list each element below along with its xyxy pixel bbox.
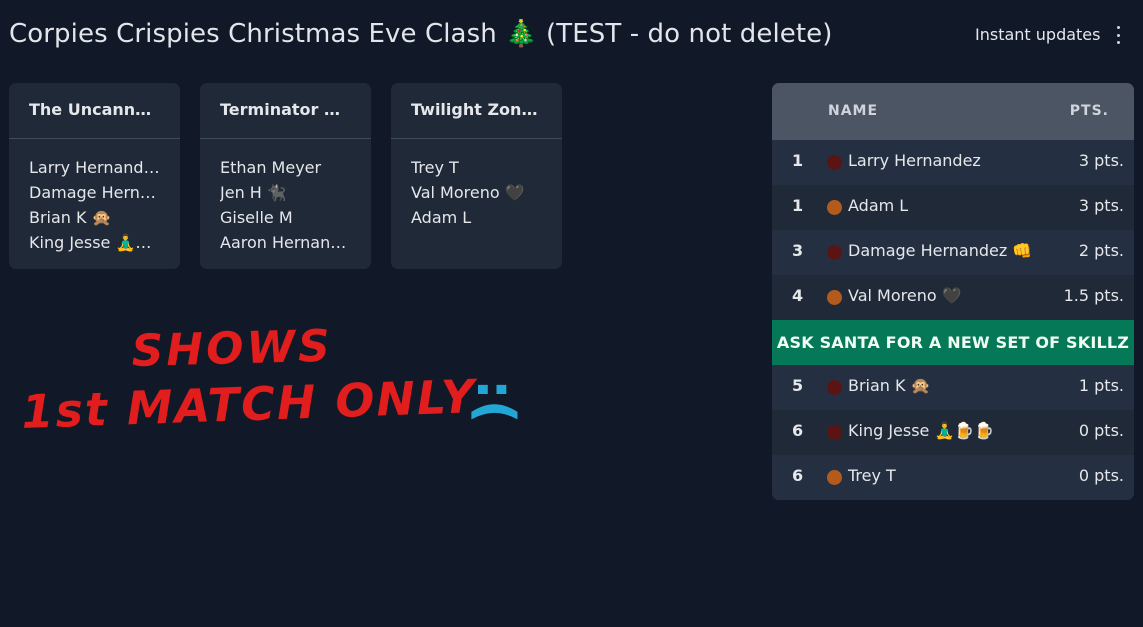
status-dot-icon — [827, 425, 842, 440]
rank: 1 — [792, 196, 804, 215]
annotation-line-1: SHOWS — [131, 321, 333, 377]
status-dot-icon — [827, 245, 842, 260]
match-player: King Jesse 🧘‍♂️🍺🍺 — [29, 233, 160, 252]
player-points: 1.5 pts. — [1063, 286, 1124, 305]
match-title: The Uncanny ... — [9, 83, 180, 139]
player-points: 2 pts. — [1078, 241, 1124, 260]
annotation-line-2: 1st MATCH ONLY — [20, 369, 479, 439]
status-dot-icon — [827, 290, 842, 305]
table-row[interactable]: 1 Adam L 3 pts. — [772, 185, 1134, 230]
match-title: Terminator 3: ... — [200, 83, 371, 139]
table-row[interactable]: 6 King Jesse 🧘‍♂️🍺🍺 0 pts. — [772, 410, 1134, 455]
match-card[interactable]: Terminator 3: ... Ethan Meyer Jen H 🐈‍⬛ … — [200, 83, 371, 269]
match-card[interactable]: The Uncanny ... Larry Hernandez Damage H… — [9, 83, 180, 269]
match-card[interactable]: Twilight Zone,... Trey T Val Moreno 🖤 Ad… — [391, 83, 562, 269]
rank: 6 — [792, 421, 804, 440]
rank: 6 — [792, 466, 804, 485]
match-player: Aaron Hernandez — [220, 233, 351, 252]
status-dot-icon — [827, 470, 842, 485]
table-row[interactable]: 1 Larry Hernandez 3 pts. — [772, 140, 1134, 185]
player-points: 3 pts. — [1078, 151, 1124, 170]
table-row[interactable]: 4 Val Moreno 🖤 1.5 pts. — [772, 275, 1134, 320]
page-title: Corpies Crispies Christmas Eve Clash 🎄 (… — [9, 19, 833, 49]
match-player: Adam L — [411, 208, 472, 227]
player-name: King Jesse 🧘‍♂️🍺🍺 — [848, 421, 995, 440]
player-points: 3 pts. — [1078, 196, 1124, 215]
kebab-menu-icon[interactable] — [1110, 24, 1126, 46]
instant-updates-label[interactable]: Instant updates — [975, 23, 1100, 47]
cutoff-banner: ASK SANTA FOR A NEW SET OF SKILLZ — [772, 320, 1134, 365]
player-name: Adam L — [848, 196, 909, 215]
player-name: Brian K 🙊 — [848, 376, 931, 395]
match-player: Brian K 🙊 — [29, 208, 112, 227]
rank: 4 — [792, 286, 804, 305]
match-player: Jen H 🐈‍⬛ — [220, 183, 287, 202]
player-points: 0 pts. — [1078, 421, 1124, 440]
handwritten-annotation: SHOWS 1st MATCH ONLY :( — [20, 321, 525, 439]
standings-table: NAME PTS. 1 Larry Hernandez 3 pts. 1 Ada… — [772, 83, 1134, 500]
player-points: 1 pts. — [1078, 376, 1124, 395]
match-players: Trey T Val Moreno 🖤 Adam L — [391, 139, 562, 230]
match-players: Ethan Meyer Jen H 🐈‍⬛ Giselle M Aaron He… — [200, 139, 371, 255]
status-dot-icon — [827, 380, 842, 395]
match-player: Giselle M — [220, 208, 293, 227]
match-title: Twilight Zone,... — [391, 83, 562, 139]
status-dot-icon — [827, 155, 842, 170]
table-row[interactable]: 5 Brian K 🙊 1 pts. — [772, 365, 1134, 410]
table-row[interactable]: 3 Damage Hernandez 👊 2 pts. — [772, 230, 1134, 275]
match-player: Larry Hernandez — [29, 158, 160, 177]
column-header-points[interactable]: PTS. — [1070, 103, 1109, 119]
status-dot-icon — [827, 200, 842, 215]
player-name: Trey T — [848, 466, 896, 485]
table-row[interactable]: 6 Trey T 0 pts. — [772, 455, 1134, 500]
match-player: Val Moreno 🖤 — [411, 183, 525, 202]
header: Corpies Crispies Christmas Eve Clash 🎄 (… — [0, 0, 1143, 72]
column-header-name[interactable]: NAME — [828, 103, 878, 119]
sad-face-icon: :( — [465, 379, 525, 424]
match-player: Trey T — [411, 158, 459, 177]
rank: 5 — [792, 376, 804, 395]
player-name: Larry Hernandez — [848, 151, 981, 170]
match-player: Damage Hernandez 👊 — [29, 183, 160, 202]
match-player: Ethan Meyer — [220, 158, 322, 177]
rank: 1 — [792, 151, 804, 170]
player-name: Damage Hernandez 👊 — [848, 241, 1033, 260]
player-points: 0 pts. — [1078, 466, 1124, 485]
match-players: Larry Hernandez Damage Hernandez 👊 Brian… — [9, 139, 180, 255]
table-header: NAME PTS. — [772, 83, 1134, 140]
player-name: Val Moreno 🖤 — [848, 286, 962, 305]
rank: 3 — [792, 241, 804, 260]
